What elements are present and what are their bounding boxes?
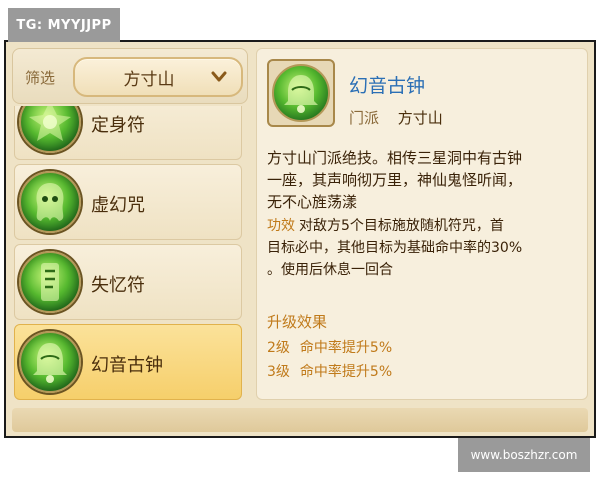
amnesia-skill-icon	[19, 251, 81, 313]
skill-window: 筛选 方寸山 定身符 虚幻咒 失忆符 幻音古钟 幻音古钟 门派 方寸山 方寸山门…	[4, 40, 596, 438]
filter-selected-value: 方寸山	[123, 69, 175, 90]
skill-list-item[interactable]: 虚幻咒	[14, 164, 242, 240]
bottom-strip	[12, 408, 588, 432]
skill-list-item[interactable]: 失忆符	[14, 244, 242, 320]
filter-label: 筛选	[25, 69, 56, 87]
description-line: 一座，其声响彻万里，神仙鬼怪听闻，	[267, 171, 523, 189]
school-value: 方寸山	[397, 109, 443, 127]
watermark-top-left: TG: MYYJJPP	[8, 8, 120, 42]
upgrade-row: 3级 命中率提升5%	[267, 361, 392, 381]
skill-name: 幻音古钟	[91, 355, 163, 376]
upgrade-level: 2级	[267, 340, 290, 356]
upgrade-row: 2级 命中率提升5%	[267, 337, 392, 357]
effect-line: 。使用后休息一回合	[267, 262, 393, 278]
detail-skill-name: 幻音古钟	[349, 75, 426, 97]
school-row: 门派 方寸山	[349, 107, 443, 128]
bell-skill-icon	[19, 331, 81, 393]
filter-bar: 筛选 方寸山	[12, 48, 248, 104]
skill-list-item[interactable]: 定身符	[14, 106, 242, 160]
upgrade-level: 3级	[267, 364, 290, 380]
effect-label: 功效	[267, 218, 295, 234]
skill-description: 方寸山门派绝技。相传三星洞中有古钟 一座，其声响彻万里，神仙鬼怪听闻， 无不心旌…	[267, 147, 585, 213]
watermark-bottom-right: www.boszhzr.com	[458, 438, 590, 472]
upgrade-text: 命中率提升5%	[299, 340, 393, 356]
upgrade-title: 升级效果	[267, 313, 328, 331]
skill-list-column: 筛选 方寸山 定身符 虚幻咒 失忆符 幻音古钟	[12, 48, 248, 434]
description-line: 方寸山门派绝技。相传三星洞中有古钟	[267, 149, 523, 167]
phantom-skill-icon	[19, 171, 81, 233]
upgrade-text: 命中率提升5%	[299, 364, 393, 380]
effect-line: 对敌方5个目标施放随机符咒，首	[299, 218, 504, 234]
skill-list-item-selected[interactable]: 幻音古钟	[14, 324, 242, 400]
skill-name: 定身符	[91, 115, 145, 136]
school-label: 门派	[349, 109, 380, 127]
talisman-skill-icon	[19, 106, 81, 153]
detail-icon-frame	[267, 59, 335, 127]
skill-name: 失忆符	[91, 275, 145, 296]
skill-name: 虚幻咒	[91, 195, 145, 216]
skill-list: 定身符 虚幻咒 失忆符 幻音古钟	[12, 106, 248, 436]
school-filter-dropdown[interactable]: 方寸山	[73, 57, 243, 97]
bell-skill-icon	[272, 64, 330, 122]
skill-effect: 功效 对敌方5个目标施放随机符咒，首 目标必中，其他目标为基础命中率的30% 。使…	[267, 215, 585, 281]
chevron-down-icon	[211, 71, 227, 82]
effect-line: 目标必中，其他目标为基础命中率的30%	[267, 240, 523, 256]
description-line: 无不心旌荡漾	[267, 193, 358, 211]
skill-detail-panel: 幻音古钟 门派 方寸山 方寸山门派绝技。相传三星洞中有古钟 一座，其声响彻万里，…	[256, 48, 588, 400]
